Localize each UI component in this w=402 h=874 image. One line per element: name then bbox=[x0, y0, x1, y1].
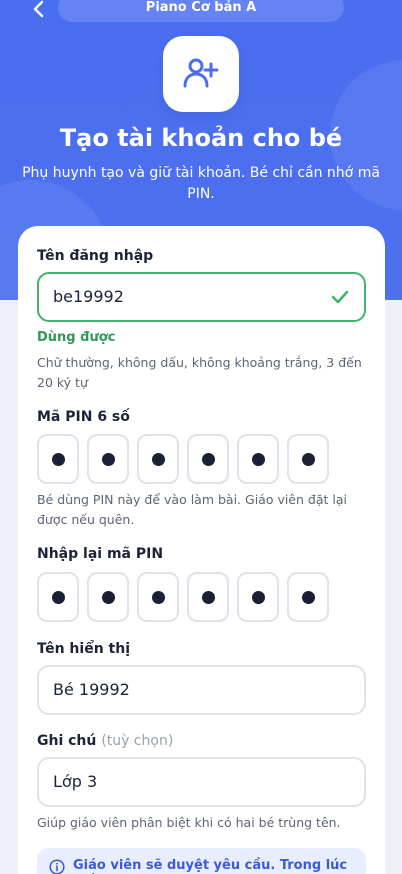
pin-digit-box[interactable] bbox=[87, 572, 129, 622]
page-title: Tạo tài khoản cho bé bbox=[59, 124, 343, 152]
pin-dot bbox=[101, 590, 115, 604]
info-banner-text: Giáo viên sẽ duyệt yêu cầu. Trong lúc ch… bbox=[73, 858, 348, 874]
course-title: Piano Cơ bản A bbox=[58, 0, 344, 22]
check-icon bbox=[331, 290, 349, 304]
pin-dot bbox=[251, 590, 265, 604]
pin-dot bbox=[151, 590, 165, 604]
username-status: Dùng được bbox=[37, 330, 116, 345]
pin-dot bbox=[251, 452, 265, 466]
note-optional-text: (tuỳ chọn) bbox=[101, 733, 174, 749]
pin-hint: Bé dùng PIN này để vào làm bài. Giáo viê… bbox=[37, 492, 347, 527]
page-subtitle: Phụ huynh tạo và giữ tài khoản. Bé chỉ c… bbox=[22, 165, 380, 202]
display-name-label: Tên hiển thị bbox=[37, 641, 130, 657]
pin-digit-box[interactable] bbox=[237, 572, 279, 622]
info-icon bbox=[49, 859, 65, 874]
pin-dot bbox=[101, 452, 115, 466]
pin-digit-box[interactable] bbox=[137, 572, 179, 622]
pin-dot bbox=[201, 590, 215, 604]
pin-confirm-input[interactable] bbox=[37, 572, 329, 622]
pin-dot bbox=[201, 452, 215, 466]
back-button[interactable] bbox=[28, 0, 50, 18]
username-hint: Chữ thường, không dấu, không khoảng trắn… bbox=[37, 355, 362, 390]
pin-digit-box[interactable] bbox=[287, 434, 329, 484]
pin-digit-box[interactable] bbox=[237, 434, 279, 484]
pin-digit-box[interactable] bbox=[37, 434, 79, 484]
pin-dot bbox=[51, 452, 65, 466]
note-field[interactable]: Lớp 3 bbox=[37, 757, 366, 807]
display-name-value: Bé 19992 bbox=[53, 680, 130, 699]
pin-digit-box[interactable] bbox=[37, 572, 79, 622]
pin-dot bbox=[301, 452, 315, 466]
note-label: Ghi chú (tuỳ chọn) bbox=[37, 733, 173, 749]
username-value: be19992 bbox=[53, 287, 124, 306]
pin-dot bbox=[151, 452, 165, 466]
pin-dot bbox=[51, 590, 65, 604]
user-plus-icon bbox=[183, 58, 219, 88]
note-value: Lớp 3 bbox=[53, 772, 98, 791]
pin-digit-box[interactable] bbox=[187, 572, 229, 622]
chevron-left-icon bbox=[33, 0, 44, 18]
pin-digit-box[interactable] bbox=[137, 434, 179, 484]
username-field[interactable]: be19992 bbox=[37, 272, 366, 322]
note-label-text: Ghi chú bbox=[37, 733, 97, 749]
pin-input[interactable] bbox=[37, 434, 329, 484]
pin-label: Mã PIN 6 số bbox=[37, 409, 130, 425]
pin-confirm-label: Nhập lại mã PIN bbox=[37, 546, 164, 562]
pin-digit-box[interactable] bbox=[187, 434, 229, 484]
username-label: Tên đăng nhập bbox=[37, 248, 154, 264]
pin-dot bbox=[301, 590, 315, 604]
pin-digit-box[interactable] bbox=[287, 572, 329, 622]
avatar-tile bbox=[163, 36, 239, 112]
note-hint: Giúp giáo viên phân biệt khi có hai bé t… bbox=[37, 815, 341, 830]
info-banner: Giáo viên sẽ duyệt yêu cầu. Trong lúc ch… bbox=[37, 848, 366, 874]
pin-digit-box[interactable] bbox=[87, 434, 129, 484]
display-name-field[interactable]: Bé 19992 bbox=[37, 665, 366, 715]
